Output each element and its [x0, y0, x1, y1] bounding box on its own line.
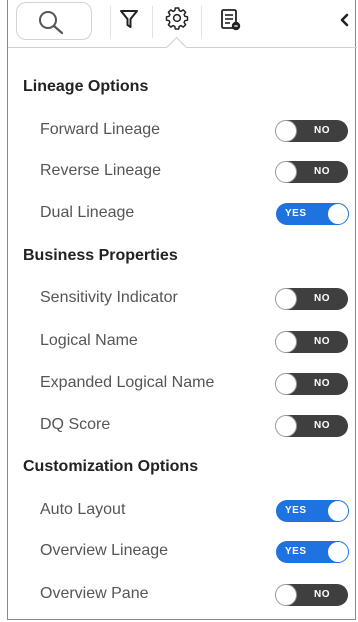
expanded-logical-name-toggle[interactable]: NO	[275, 373, 348, 395]
toggle-state-label: NO	[314, 293, 330, 304]
chevron-left-icon[interactable]	[338, 12, 350, 28]
setting-row-forward-lineage: Forward Lineage NO	[8, 110, 357, 150]
section-title: Business Properties	[23, 247, 178, 264]
toggle-knob	[275, 120, 297, 142]
toolbar-divider	[201, 6, 202, 38]
setting-row-logical-name: Logical Name NO	[8, 321, 357, 361]
auto-layout-toggle[interactable]: YES	[276, 500, 349, 522]
toggle-knob	[327, 500, 349, 522]
setting-row-overview-pane: Overview Pane NO	[8, 574, 357, 614]
setting-row-dual-lineage: Dual Lineage YES	[8, 193, 357, 233]
setting-row-overview-lineage: Overview Lineage YES	[8, 531, 357, 571]
toolbar	[8, 0, 357, 59]
toggle-state-label: NO	[314, 378, 330, 389]
toolbar-divider	[110, 6, 111, 38]
toggle-state-label: NO	[314, 166, 330, 177]
sensitivity-indicator-toggle[interactable]: NO	[275, 288, 348, 310]
overview-pane-toggle[interactable]: NO	[275, 584, 348, 606]
setting-row-expanded-logical-name: Expanded Logical Name NO	[8, 363, 357, 403]
section-title: Lineage Options	[23, 78, 149, 95]
toggle-knob	[275, 415, 297, 437]
setting-row-reverse-lineage: Reverse Lineage NO	[8, 151, 357, 191]
setting-row-auto-layout: Auto Layout YES	[8, 490, 357, 530]
toggle-state-label: YES	[285, 208, 307, 219]
reverse-lineage-toggle[interactable]: NO	[275, 161, 348, 183]
toggle-knob	[275, 373, 297, 395]
setting-label: Expanded Logical Name	[40, 374, 215, 391]
setting-label: Auto Layout	[40, 501, 126, 518]
toggle-knob	[275, 584, 297, 606]
toggle-state-label: NO	[314, 420, 330, 431]
setting-label: Overview Pane	[40, 585, 149, 602]
toggle-knob	[275, 161, 297, 183]
toggle-state-label: YES	[285, 546, 307, 557]
search-button[interactable]	[16, 2, 92, 40]
dual-lineage-toggle[interactable]: YES	[276, 203, 349, 225]
setting-label: Logical Name	[40, 332, 138, 349]
toolbar-divider	[152, 6, 153, 38]
toggle-state-label: NO	[314, 589, 330, 600]
filter-icon[interactable]	[119, 8, 139, 30]
setting-label: Forward Lineage	[40, 121, 161, 138]
setting-label: Overview Lineage	[40, 542, 169, 559]
toggle-state-label: NO	[314, 125, 330, 136]
toolbar-border	[8, 47, 166, 48]
overview-lineage-toggle[interactable]: YES	[276, 541, 349, 563]
setting-label: Sensitivity Indicator	[40, 289, 178, 306]
toggle-knob	[327, 541, 349, 563]
lineage-settings-panel: Lineage Options Forward Lineage NO Rever…	[7, 0, 357, 620]
setting-row-dq-score: DQ Score NO	[8, 405, 357, 445]
gear-icon[interactable]	[165, 6, 189, 30]
search-icon	[39, 11, 64, 35]
setting-label: Dual Lineage	[40, 204, 135, 221]
active-tab-pointer	[165, 36, 188, 59]
toggle-knob	[275, 288, 297, 310]
document-icon[interactable]	[220, 8, 242, 32]
toolbar-border	[186, 47, 357, 48]
toggle-state-label: NO	[314, 336, 330, 347]
setting-row-sensitivity-indicator: Sensitivity Indicator NO	[8, 278, 357, 318]
logical-name-toggle[interactable]: NO	[275, 331, 348, 353]
toggle-state-label: YES	[285, 505, 307, 516]
toggle-knob	[275, 331, 297, 353]
forward-lineage-toggle[interactable]: NO	[275, 120, 348, 142]
setting-label: Reverse Lineage	[40, 162, 161, 179]
section-title: Customization Options	[23, 458, 199, 475]
toggle-knob	[327, 203, 349, 225]
dq-score-toggle[interactable]: NO	[275, 415, 348, 437]
setting-label: DQ Score	[40, 416, 111, 433]
